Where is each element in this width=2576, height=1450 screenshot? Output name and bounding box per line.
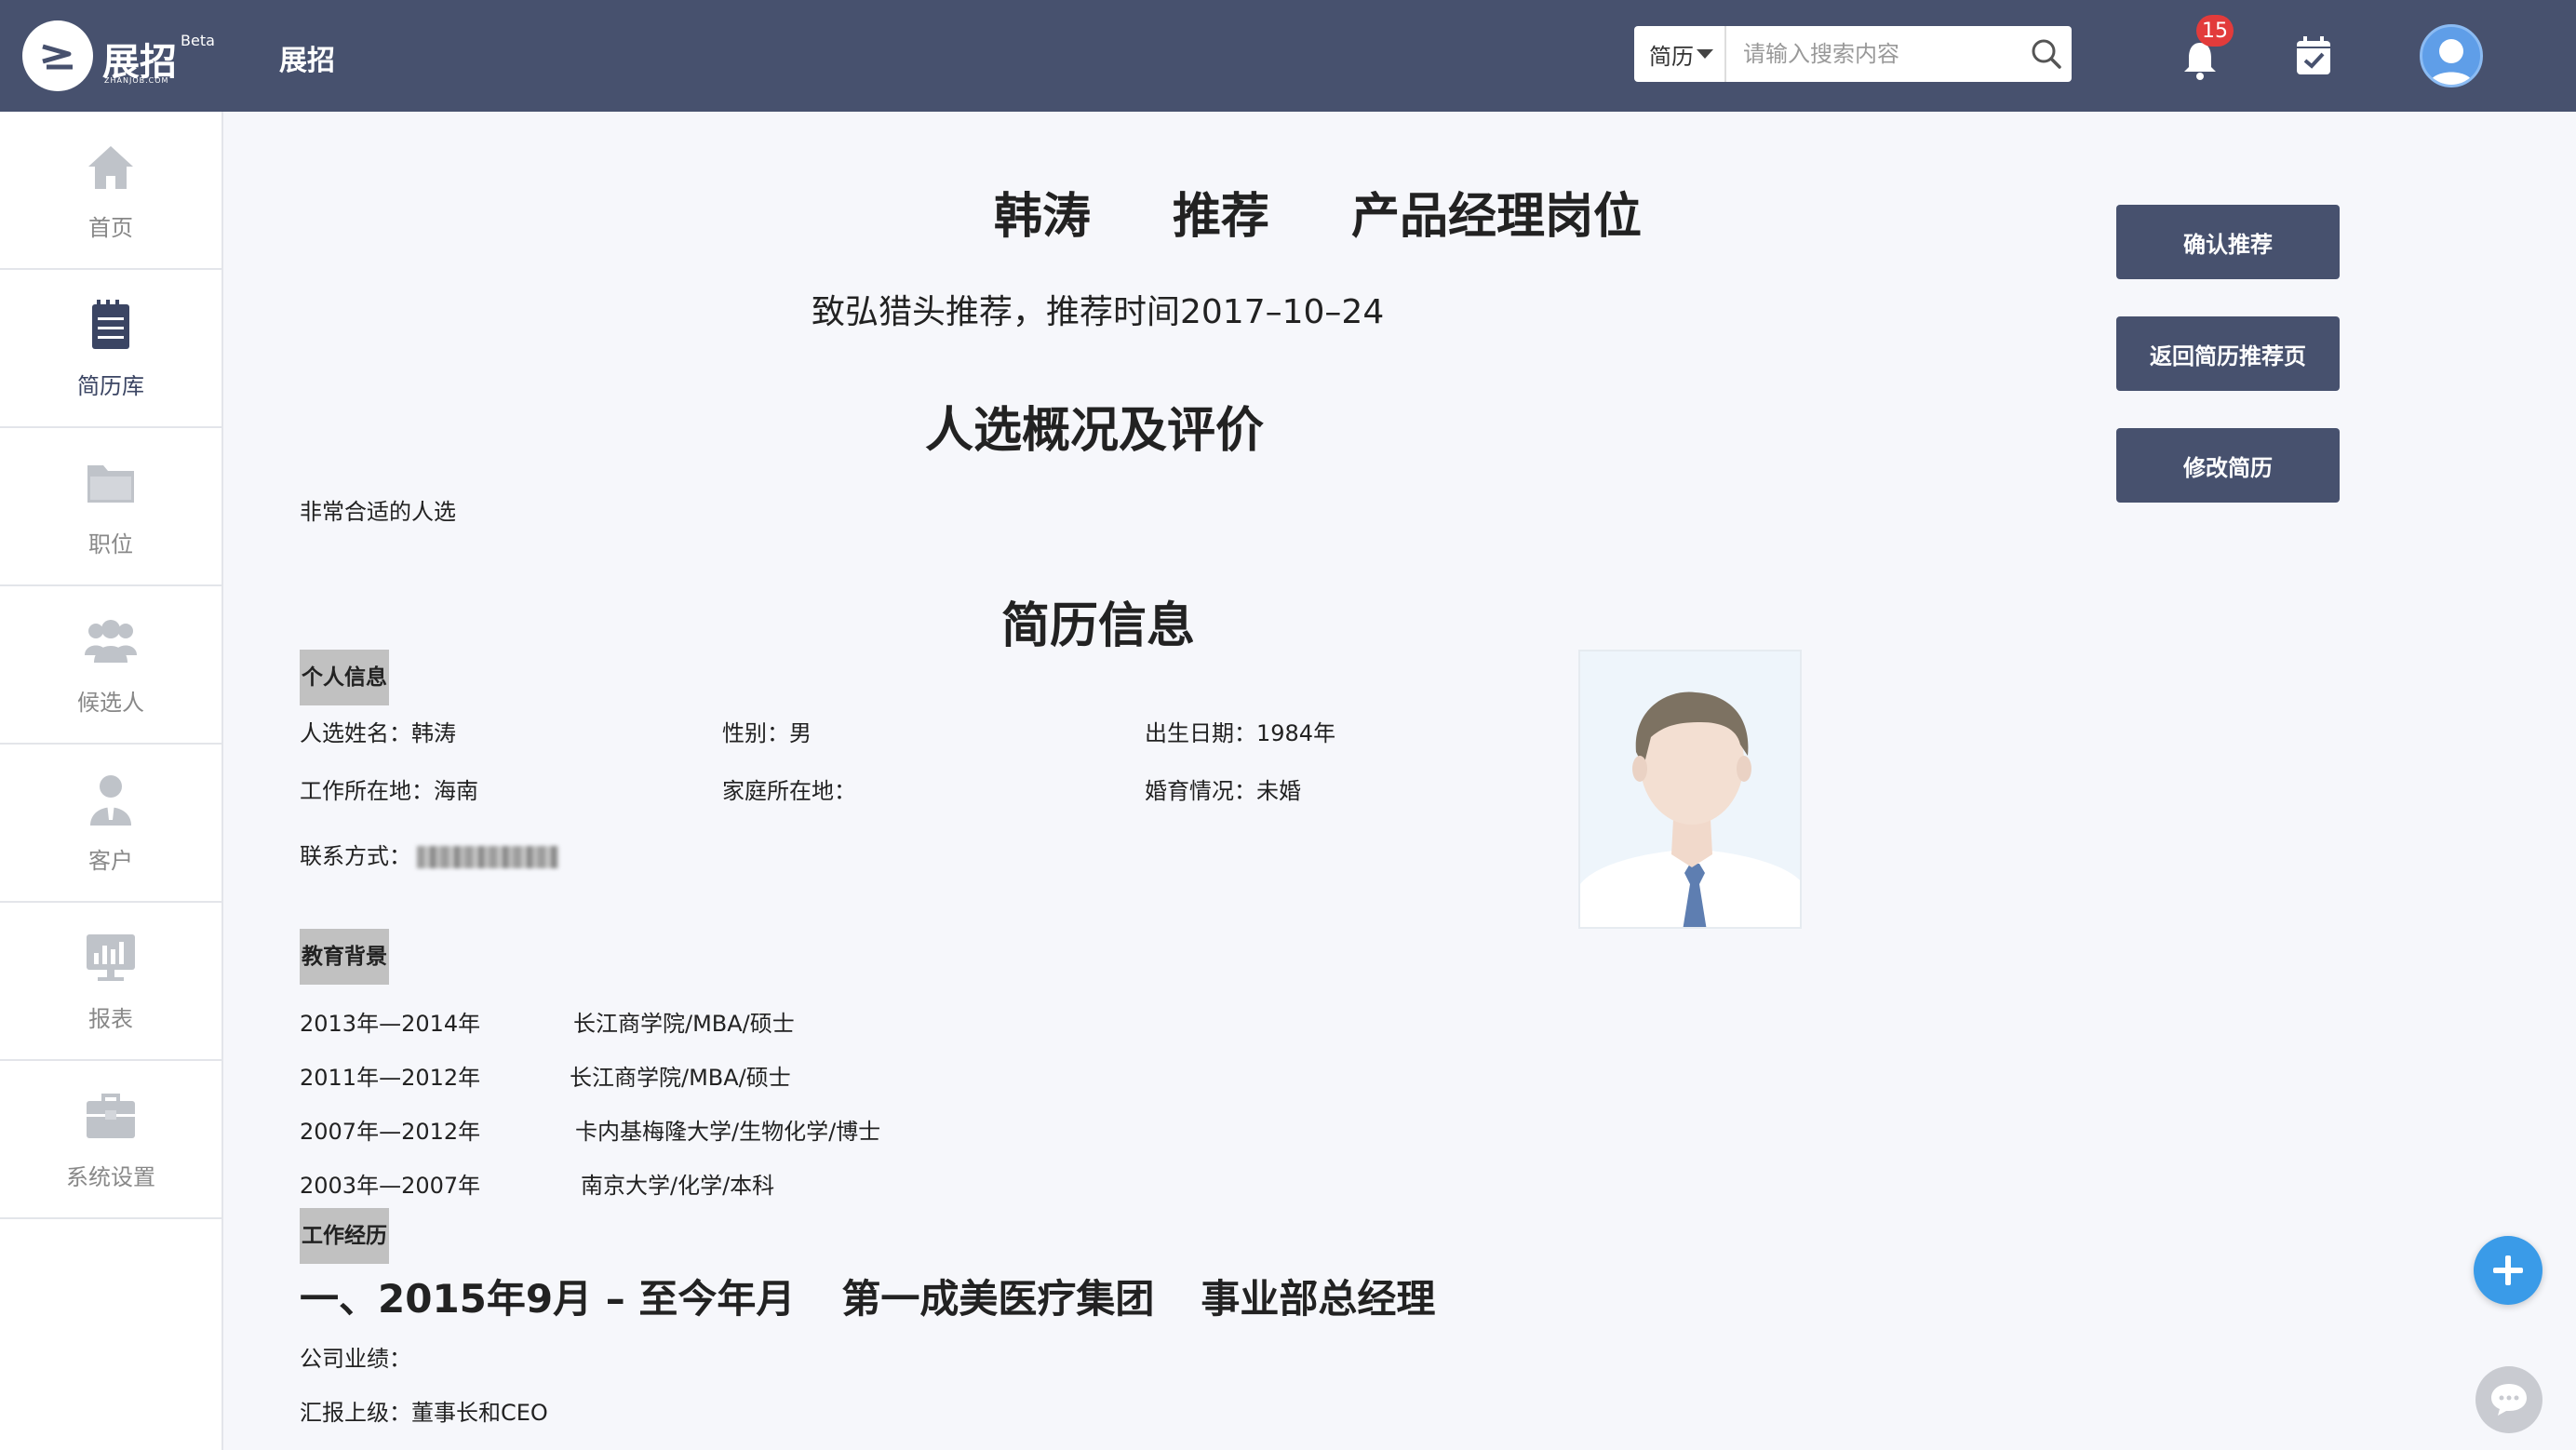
search-type-value: 简历 (1649, 43, 1694, 70)
field-value: 男 (789, 720, 812, 746)
field-label: 人选姓名： (300, 720, 411, 746)
logo[interactable]: 展招 Beta ZHANJOB.COM (22, 20, 215, 91)
recommend-action: 推荐 (1173, 189, 1270, 245)
candidate-photo (1578, 650, 1802, 929)
notification-badge: 15 (2196, 15, 2234, 47)
field-label: 汇报上级： (300, 1400, 411, 1426)
sidebar-item-positions[interactable]: 职位 (0, 428, 221, 586)
home-location-field: 家庭所在地： (722, 772, 856, 805)
add-fab-button[interactable] (2474, 1236, 2542, 1305)
confirm-recommend-button[interactable]: 确认推荐 (2116, 205, 2340, 279)
evaluation-title: 人选概况及评价 (925, 403, 1265, 459)
field-label: 工作所在地： (300, 778, 434, 804)
work-period: 一、2015年9月 – 至今年月 (300, 1276, 796, 1322)
resume-title: 简历信息 (1001, 598, 1196, 654)
education-years: 2013年—2014年 (300, 1011, 481, 1037)
candidate-name-field: 人选姓名：韩涛 (300, 715, 456, 747)
search-type-select[interactable]: 简历 (1634, 26, 1726, 82)
personal-info-tag: 个人信息 (300, 650, 389, 705)
app-title: 展招 (279, 45, 335, 77)
sidebar-item-reports[interactable]: 报表 (0, 903, 221, 1061)
calendar-check-icon[interactable] (2295, 35, 2332, 76)
field-label: 联系方式： (300, 843, 411, 869)
sidebar-item-label: 报表 (88, 1005, 133, 1032)
report-to-field: 汇报上级：董事长和CEO (300, 1394, 548, 1427)
field-value: 韩涛 (411, 720, 456, 746)
education-school: 卡内基梅隆大学/生物化学/博士 (575, 1119, 881, 1145)
cut-off-text-line (300, 1443, 504, 1450)
search-input[interactable] (1725, 26, 2022, 82)
sidebar-item-label: 首页 (88, 214, 133, 241)
logo-subtitle: ZHANJOB.COM (104, 76, 169, 85)
search-bar: 简历 (1634, 26, 2072, 82)
home-icon (83, 139, 139, 195)
sidebar-item-system-settings[interactable]: 系统设置 (0, 1061, 221, 1219)
contact-field: 联系方式： (300, 838, 558, 870)
customer-icon (83, 772, 139, 827)
education-school: 南京大学/化学/本科 (581, 1173, 775, 1199)
main-content: 韩涛 推荐 产品经理岗位 致弘猎头推荐，推荐时间2017–10–24 人选概况及… (225, 112, 2576, 1450)
position-title: 产品经理岗位 (1351, 189, 1643, 245)
education-years: 2011年—2012年 (300, 1065, 481, 1091)
sidebar: 首页 简历库 职位 候选人 客户 报表 系统设置 (0, 112, 223, 1450)
work-company: 第一成美医疗集团 (841, 1276, 1155, 1322)
logo-mark-icon (22, 20, 93, 91)
birth-field: 出生日期：1984年 (1145, 715, 1335, 747)
evaluation-text: 非常合适的人选 (300, 499, 456, 525)
field-label: 公司业绩： (300, 1346, 411, 1372)
marital-field: 婚育情况：未婚 (1145, 772, 1301, 805)
contact-value-redacted (417, 846, 558, 868)
edit-resume-button[interactable]: 修改简历 (2116, 428, 2340, 503)
field-value: 海南 (434, 778, 478, 804)
education-years: 2007年—2012年 (300, 1119, 481, 1145)
sidebar-item-home[interactable]: 首页 (0, 112, 221, 270)
work-experience-tag: 工作经历 (300, 1208, 389, 1264)
chat-fab-button[interactable] (2475, 1366, 2542, 1433)
field-label: 婚育情况： (1145, 778, 1256, 804)
search-icon[interactable] (2022, 26, 2072, 82)
recommendation-subline: 致弘猎头推荐，推荐时间2017–10–24 (812, 293, 1385, 331)
education-tag: 教育背景 (300, 929, 389, 985)
field-value: 董事长和CEO (411, 1400, 548, 1426)
top-bar: 展招 Beta ZHANJOB.COM 展招 简历 15 (0, 0, 2576, 112)
report-icon (83, 930, 139, 986)
work-role: 事业部总经理 (1201, 1276, 1436, 1322)
sidebar-item-label: 系统设置 (66, 1163, 155, 1190)
field-value: 未婚 (1256, 778, 1301, 804)
sidebar-item-candidates[interactable]: 候选人 (0, 586, 221, 745)
logo-beta: Beta (181, 32, 215, 49)
education-school: 长江商学院/MBA/硕士 (573, 1011, 795, 1037)
folder-icon (83, 455, 139, 511)
toolbox-icon (83, 1088, 139, 1144)
work-location-field: 工作所在地：海南 (300, 772, 478, 805)
sidebar-item-label: 客户 (88, 847, 133, 874)
company-performance-field: 公司业绩： (300, 1340, 411, 1373)
field-label: 家庭所在地： (722, 778, 856, 804)
field-label: 出生日期： (1145, 720, 1256, 746)
people-icon (83, 613, 139, 669)
user-avatar[interactable] (2420, 24, 2483, 87)
sidebar-item-resume-library[interactable]: 简历库 (0, 270, 221, 428)
field-label: 性别： (722, 720, 789, 746)
work-entry-title: 一、2015年9月 – 至今年月 第一成美医疗集团 事业部总经理 (300, 1268, 1519, 1324)
chat-icon (2491, 1384, 2527, 1416)
sidebar-item-label: 简历库 (77, 372, 144, 399)
sidebar-item-label: 职位 (88, 530, 133, 557)
recommendation-headline: 韩涛 推荐 产品经理岗位 (994, 177, 1642, 247)
plus-icon (2493, 1255, 2523, 1285)
back-to-recommend-page-button[interactable]: 返回简历推荐页 (2116, 316, 2340, 391)
education-school: 长江商学院/MBA/硕士 (570, 1065, 791, 1091)
caret-down-icon (1696, 49, 1713, 59)
sidebar-item-customers[interactable]: 客户 (0, 745, 221, 903)
resume-library-icon (83, 297, 139, 353)
education-years: 2003年—2007年 (300, 1173, 481, 1199)
gender-field: 性别：男 (722, 715, 812, 747)
sidebar-item-label: 候选人 (77, 689, 144, 716)
field-value: 1984年 (1256, 720, 1336, 746)
candidate-name: 韩涛 (994, 189, 1092, 245)
